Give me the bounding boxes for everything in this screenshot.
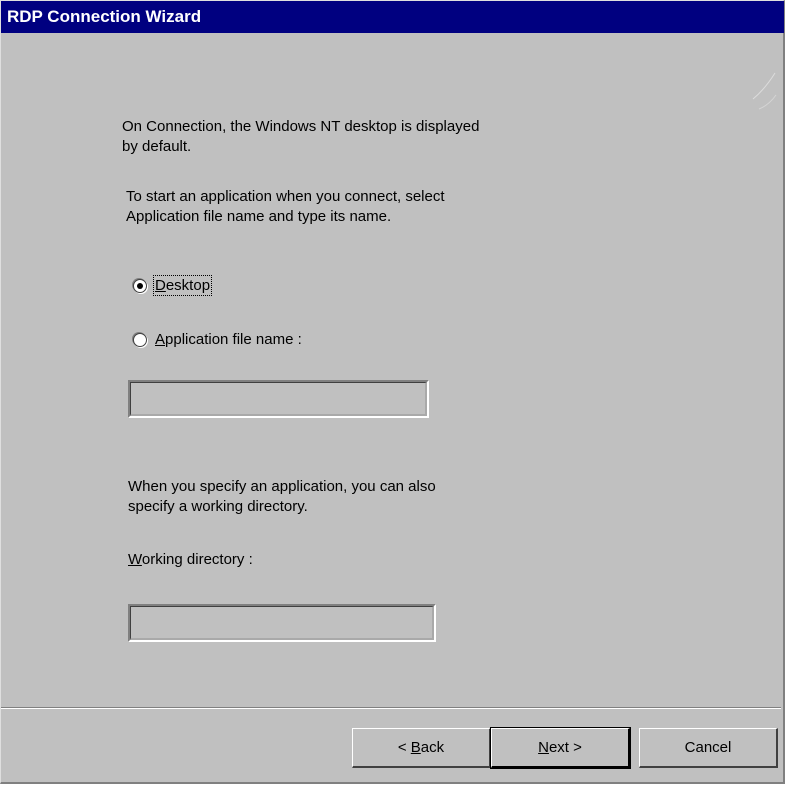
- radio-desktop[interactable]: [133, 278, 147, 293]
- radio-desktop-option[interactable]: Desktop: [133, 275, 213, 296]
- radio-desktop-label[interactable]: Desktop: [152, 275, 213, 296]
- application-file-name-input[interactable]: [130, 382, 427, 416]
- working-directory-label: Working directory :: [128, 550, 253, 570]
- radio-application-option[interactable]: Application file name :: [133, 331, 302, 348]
- back-prefix: <: [397, 739, 411, 756]
- back-mnemonic: B: [410, 739, 421, 756]
- workdir-label-text: orking directory :: [141, 551, 253, 568]
- decorative-swoosh: [752, 72, 777, 110]
- workdir-note-line-1: When you specify an application, you can…: [128, 478, 436, 495]
- title-bar[interactable]: RDP Connection Wizard: [1, 1, 784, 33]
- working-directory-field[interactable]: [128, 604, 436, 642]
- intro-line-3: To start an application when you connect…: [126, 188, 445, 205]
- intro-line-4: Application file name and type its name.: [126, 208, 392, 225]
- application-mnemonic: A: [155, 331, 166, 348]
- cancel-button[interactable]: Cancel: [639, 728, 778, 768]
- application-label-text: pplication file name :: [165, 331, 302, 348]
- desktop-mnemonic: D: [155, 277, 166, 294]
- wizard-window: RDP Connection Wizard On Connection, the…: [0, 0, 785, 784]
- working-directory-input[interactable]: [130, 606, 434, 640]
- next-label-text: ext >: [548, 739, 582, 756]
- intro-line-1: On Connection, the Windows NT desktop is…: [122, 118, 480, 135]
- back-label-text: ack: [420, 739, 445, 756]
- desktop-label-text: esktop: [165, 277, 211, 294]
- workdir-mnemonic: W: [128, 551, 142, 568]
- back-button[interactable]: < Back: [352, 728, 491, 768]
- application-file-name-field[interactable]: [128, 380, 429, 418]
- next-mnemonic: N: [538, 739, 549, 756]
- workdir-note-line-2: specify a working directory.: [128, 498, 308, 515]
- button-separator: [1, 707, 781, 709]
- next-button[interactable]: Next >: [490, 727, 631, 769]
- window-title: RDP Connection Wizard: [7, 7, 202, 26]
- cancel-label: Cancel: [684, 739, 732, 756]
- radio-application[interactable]: [133, 332, 147, 347]
- radio-application-label[interactable]: Application file name :: [155, 331, 302, 348]
- intro-line-2: by default.: [122, 138, 192, 155]
